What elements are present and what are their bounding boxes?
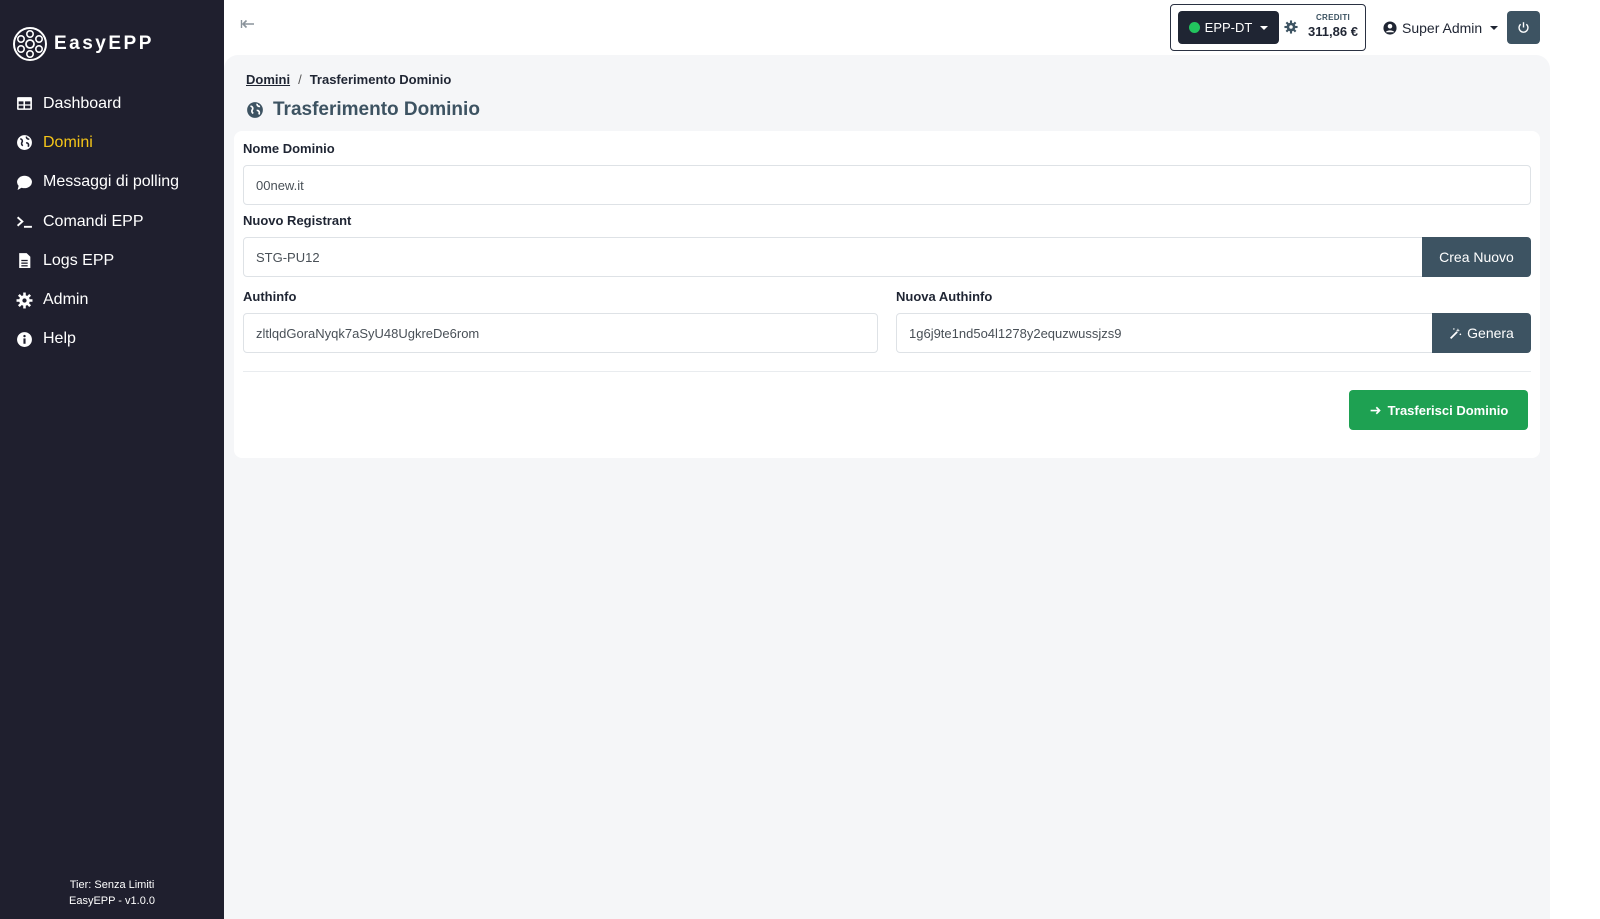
globe-icon — [16, 134, 33, 151]
user-circle-icon — [1383, 21, 1397, 35]
sidebar-item-help[interactable]: Help — [0, 320, 224, 359]
tier-label: Tier: Senza Limiti — [69, 879, 155, 891]
sidebar: EasyEPP Dashboard Domini Messaggi di pol… — [0, 0, 224, 919]
sidebar-item-logs[interactable]: Logs EPP — [0, 241, 224, 280]
main-content: Domini / Trasferimento Dominio Trasferim… — [224, 55, 1550, 919]
magic-wand-icon — [1450, 327, 1462, 339]
credits-value: 311,86 € — [1308, 24, 1358, 39]
breadcrumb: Domini / Trasferimento Dominio — [246, 72, 451, 87]
generate-authinfo-button[interactable]: Genera — [1432, 313, 1531, 353]
sidebar-item-label: Dashboard — [43, 94, 122, 112]
transfer-button-label: Trasferisci Dominio — [1387, 402, 1509, 418]
brand-name: EasyEPP — [54, 33, 154, 54]
brand[interactable]: EasyEPP — [12, 26, 154, 62]
sidebar-item-messaggi[interactable]: Messaggi di polling — [0, 163, 224, 202]
sidebar-nav: Dashboard Domini Messaggi di polling Com… — [0, 84, 224, 359]
new-authinfo-field[interactable]: 1g6j9te1nd5o4l1278y2equzwussjzs9 — [896, 313, 1433, 353]
status-dot-icon — [1188, 22, 1200, 33]
brand-logo-icon — [13, 27, 47, 61]
form-divider — [243, 371, 1531, 372]
transfer-domain-button[interactable]: Trasferisci Dominio — [1349, 390, 1528, 430]
authinfo-field[interactable]: zltlqdGoraNyqk7aSyU48UgkreDe6rom — [243, 313, 878, 353]
chevron-down-icon — [1490, 26, 1499, 30]
sidebar-item-label: Admin — [43, 291, 89, 309]
settings-button[interactable] — [1284, 20, 1300, 36]
arrow-right-icon — [1370, 406, 1381, 414]
gear-icon — [1284, 20, 1298, 34]
credits-label: CREDITI — [1315, 13, 1351, 22]
table-icon — [16, 95, 33, 112]
sidebar-item-dashboard[interactable]: Dashboard — [0, 84, 224, 123]
sidebar-item-label: Domini — [43, 133, 93, 151]
page-title: Trasferimento Dominio — [246, 99, 480, 121]
arrow-left-icon — [240, 19, 254, 29]
new-registrant-field[interactable]: STG-PU12 — [243, 237, 1423, 277]
transfer-form-card: Nome Dominio 00new.it Nuovo Registrant S… — [234, 131, 1540, 458]
new-registrant-label: Nuovo Registrant — [243, 213, 352, 228]
collapse-sidebar-button[interactable] — [240, 16, 260, 36]
generate-button-label: Genera — [1467, 325, 1514, 341]
chevron-down-icon — [1260, 25, 1269, 30]
domain-name-field[interactable]: 00new.it — [243, 165, 1531, 205]
sidebar-item-label: Messaggi di polling — [43, 173, 180, 191]
sidebar-item-label: Comandi EPP — [43, 212, 144, 230]
new-authinfo-label: Nuova Authinfo — [896, 289, 993, 304]
info-icon — [16, 331, 33, 348]
environment-label: EPP-DT — [1204, 20, 1253, 35]
credits-display: CREDITI 311,86 € — [1304, 13, 1362, 39]
globe-icon — [247, 102, 263, 118]
gear-icon — [16, 292, 33, 309]
version-label: EasyEPP - v1.0.0 — [68, 895, 155, 907]
sidebar-item-label: Logs EPP — [43, 251, 115, 269]
sidebar-item-comandi[interactable]: Comandi EPP — [0, 202, 224, 241]
app-root: EasyEPP Dashboard Domini Messaggi di pol… — [0, 0, 1600, 919]
breadcrumb-separator: / — [298, 72, 302, 87]
logout-button[interactable] — [1507, 11, 1540, 44]
terminal-icon — [16, 213, 33, 230]
create-registrant-button[interactable]: Crea Nuovo — [1422, 237, 1531, 277]
sidebar-item-label: Help — [43, 330, 76, 348]
power-icon — [1518, 22, 1529, 33]
breadcrumb-link-domini[interactable]: Domini — [246, 72, 290, 87]
page-title-text: Trasferimento Dominio — [273, 99, 480, 120]
user-menu[interactable]: Super Admin — [1383, 18, 1499, 38]
environment-panel: EPP-DT CREDITI 311,86 € — [1170, 4, 1366, 51]
authinfo-label: Authinfo — [243, 289, 297, 304]
topbar: EPP-DT CREDITI 311,86 € Super Admin — [224, 0, 1600, 55]
environment-dropdown[interactable]: EPP-DT — [1178, 11, 1279, 44]
sidebar-item-admin[interactable]: Admin — [0, 280, 224, 319]
sidebar-item-domini[interactable]: Domini — [0, 123, 224, 162]
sidebar-footer: Tier: Senza Limiti EasyEPP - v1.0.0 — [0, 877, 224, 909]
breadcrumb-current: Trasferimento Dominio — [309, 72, 452, 87]
chat-bubble-icon — [16, 174, 33, 191]
domain-name-label: Nome Dominio — [243, 141, 335, 156]
user-name: Super Admin — [1402, 20, 1483, 36]
file-icon — [16, 252, 33, 269]
